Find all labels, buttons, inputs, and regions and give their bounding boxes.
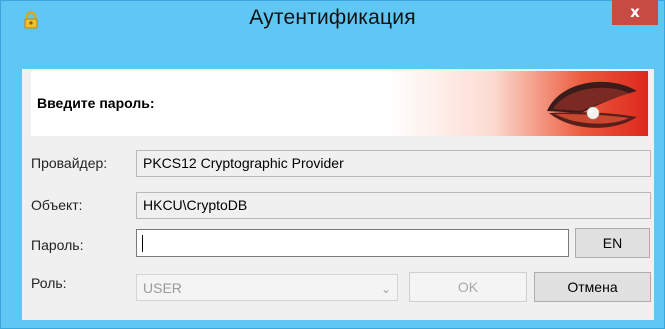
provider-label: Провайдер: bbox=[31, 155, 108, 171]
language-button[interactable]: EN bbox=[575, 228, 650, 258]
role-label: Роль: bbox=[31, 275, 67, 291]
password-prompt: Введите пароль: bbox=[37, 95, 155, 111]
text-caret bbox=[142, 235, 143, 252]
chevron-down-icon[interactable]: ⌄ bbox=[381, 282, 391, 296]
close-button[interactable]: x bbox=[612, 0, 658, 25]
password-input[interactable] bbox=[136, 229, 569, 257]
role-select[interactable]: USER ⌄ bbox=[136, 274, 398, 301]
title-bar[interactable]: Аутентификация bbox=[1, 1, 664, 37]
object-label: Объект: bbox=[31, 197, 83, 213]
cancel-button[interactable]: Отмена bbox=[534, 272, 651, 302]
window-title: Аутентификация bbox=[249, 6, 416, 29]
seashell-pearl-icon bbox=[547, 81, 637, 128]
provider-field[interactable]: PKCS12 Cryptographic Provider bbox=[136, 150, 651, 177]
ok-button[interactable]: OK bbox=[409, 272, 527, 302]
role-value: USER bbox=[143, 280, 182, 296]
password-label: Пароль: bbox=[31, 237, 84, 253]
object-field[interactable]: HKCU\CryptoDB bbox=[136, 192, 651, 219]
banner: Введите пароль: bbox=[31, 71, 648, 136]
